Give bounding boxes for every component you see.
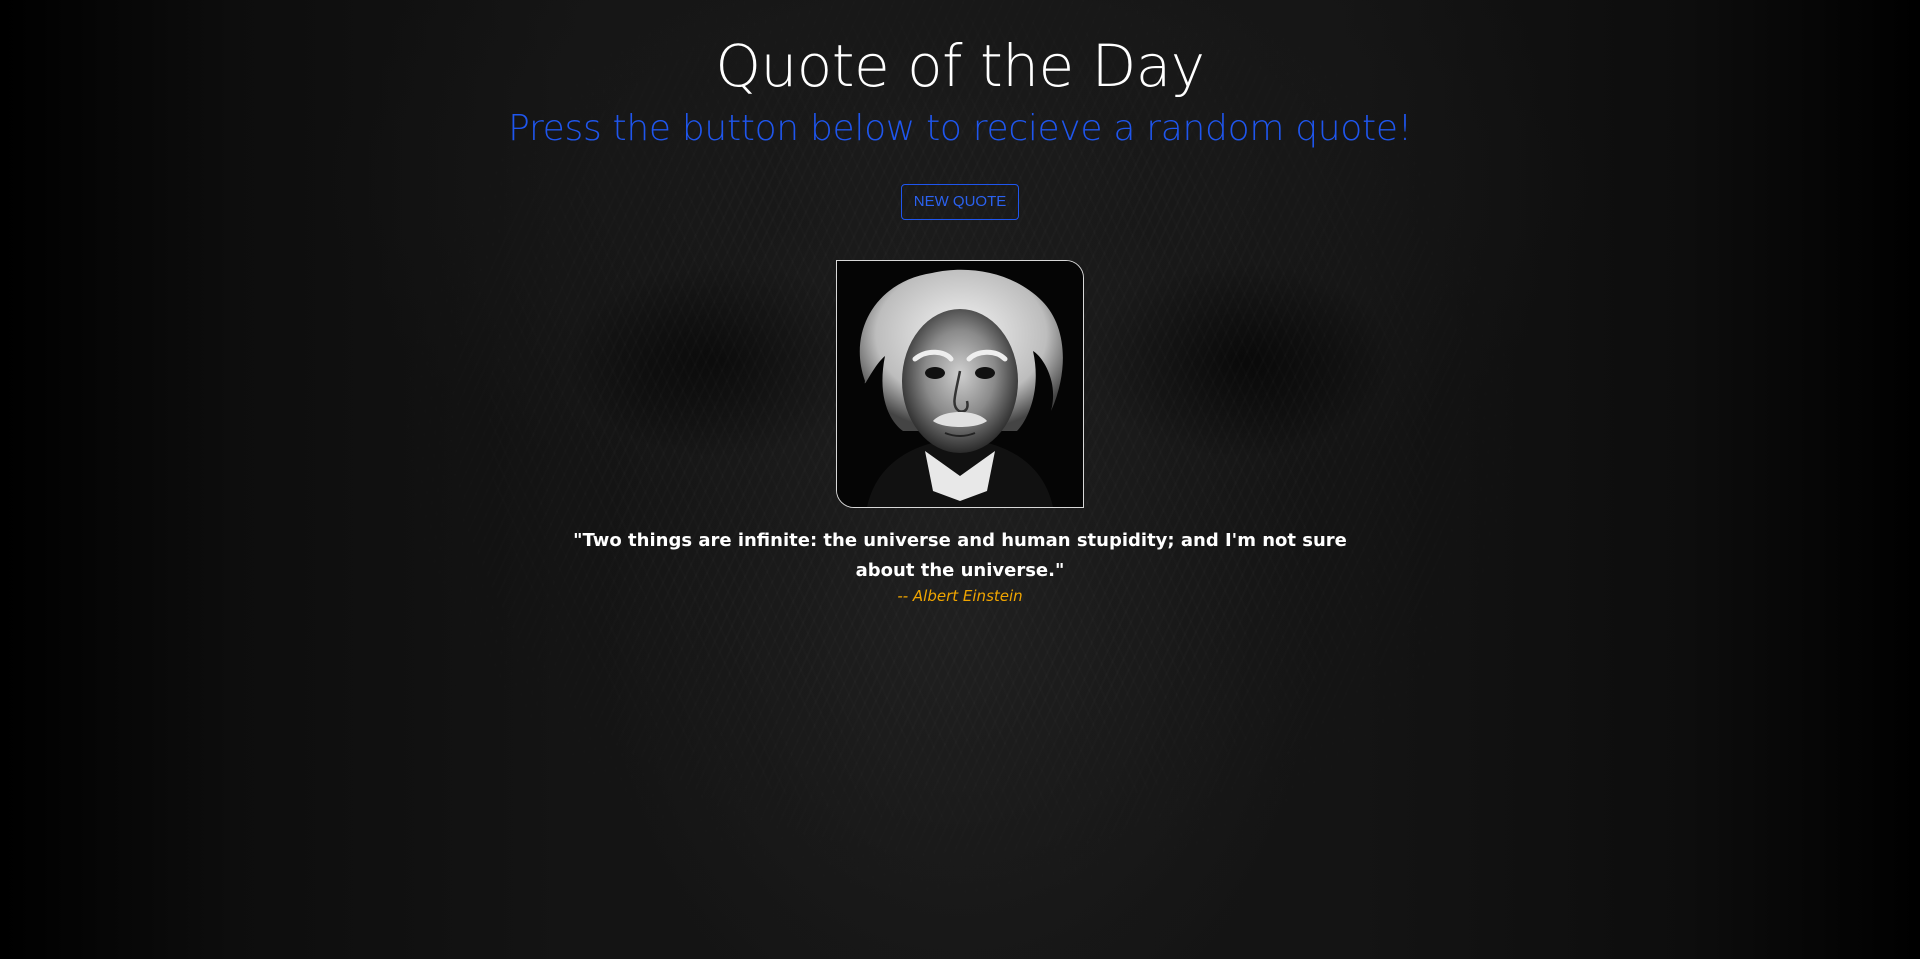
page-title: Quote of the Day [715,32,1205,100]
main-content: Quote of the Day Press the button below … [0,0,1920,606]
author-portrait [836,260,1084,508]
new-quote-button[interactable]: NEW QUOTE [900,184,1020,220]
page-subtitle: Press the button below to recieve a rand… [508,108,1412,149]
quote-author: -- Albert Einstein [897,587,1023,605]
quote-text: "Two things are infinite: the universe a… [573,530,1347,581]
einstein-portrait-icon [837,261,1083,507]
